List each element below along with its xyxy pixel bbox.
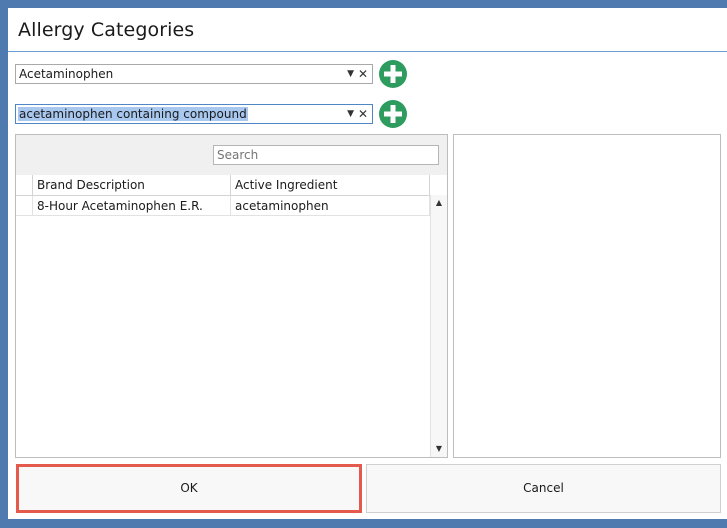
ok-button[interactable]: OK bbox=[16, 464, 362, 513]
table-row[interactable]: 8-Hour Acetaminophen E.R. acetaminophen bbox=[16, 196, 430, 216]
compound-combobox[interactable]: acetaminophen containing compound ▼ ✕ bbox=[15, 104, 373, 124]
plus-circle-icon bbox=[379, 60, 407, 88]
detail-panel bbox=[453, 134, 721, 458]
title-divider bbox=[8, 51, 727, 52]
grid-search-input[interactable] bbox=[213, 145, 439, 165]
add-category-button[interactable] bbox=[378, 59, 408, 89]
row-indicator bbox=[16, 196, 33, 216]
dialog-title: Allergy Categories bbox=[18, 19, 195, 41]
column-header-active-ingredient[interactable]: Active Ingredient bbox=[231, 175, 430, 195]
compound-combobox-value[interactable]: acetaminophen containing compound bbox=[18, 107, 248, 121]
grid-header: Brand Description Active Ingredient bbox=[16, 175, 447, 196]
plus-circle-icon bbox=[379, 100, 407, 128]
grid-toolbar bbox=[16, 135, 447, 176]
brand-grid: Brand Description Active Ingredient 8-Ho… bbox=[15, 134, 448, 458]
clear-x-icon[interactable]: ✕ bbox=[358, 65, 368, 83]
category-combobox[interactable]: Acetaminophen ▼ ✕ bbox=[15, 64, 373, 84]
category-combobox-value: Acetaminophen bbox=[19, 67, 114, 81]
dropdown-arrow-icon[interactable]: ▼ bbox=[347, 65, 354, 84]
cancel-button[interactable]: Cancel bbox=[366, 464, 721, 513]
cell-brand-description: 8-Hour Acetaminophen E.R. bbox=[33, 196, 231, 216]
allergy-categories-dialog: Allergy Categories Acetaminophen ▼ ✕ ace… bbox=[8, 8, 727, 519]
row-indicator-header bbox=[16, 175, 33, 195]
cell-active-ingredient: acetaminophen bbox=[231, 196, 430, 216]
clear-x-icon[interactable]: ✕ bbox=[358, 105, 368, 123]
scroll-up-icon[interactable]: ▲ bbox=[431, 195, 447, 211]
dropdown-arrow-icon[interactable]: ▼ bbox=[347, 105, 354, 124]
column-header-brand-description[interactable]: Brand Description bbox=[33, 175, 231, 195]
scroll-down-icon[interactable]: ▼ bbox=[431, 441, 447, 457]
grid-scrollbar[interactable]: ▲ ▼ bbox=[430, 195, 447, 457]
add-compound-button[interactable] bbox=[378, 99, 408, 129]
